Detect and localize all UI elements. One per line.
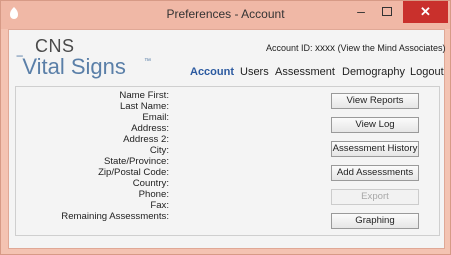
field-label-remaining-assessments: Remaining Assessments:: [61, 211, 169, 222]
field-label-email: Email:: [142, 112, 169, 123]
preferences-window: Preferences - Account – ✕ CNS ‾Vital Sig…: [0, 0, 451, 255]
view-reports-button[interactable]: View Reports: [331, 93, 419, 109]
account-id: Account ID: xxxx (View the Mind Associat…: [266, 43, 445, 54]
nav-demography[interactable]: Demography: [342, 66, 405, 82]
assessment-history-button[interactable]: Assessment History: [331, 141, 419, 157]
account-id-note: (View the Mind Associates): [337, 43, 446, 53]
field-label-city: City:: [149, 145, 169, 156]
add-assessments-button[interactable]: Add Assessments: [331, 165, 419, 181]
nav-assessment[interactable]: Assessment: [275, 66, 335, 82]
account-id-value: xxxx: [315, 43, 336, 54]
field-label-zip-postal-code: Zip/Postal Code:: [98, 167, 169, 178]
close-button[interactable]: ✕: [403, 1, 448, 23]
maximize-icon: [382, 6, 392, 16]
field-label-state-province: State/Province:: [103, 156, 169, 167]
minimize-button[interactable]: –: [347, 1, 375, 23]
field-label-country: Country:: [132, 178, 169, 189]
export-button: Export: [331, 189, 419, 205]
account-id-label: Account ID:: [266, 43, 313, 53]
nav-account[interactable]: Account: [190, 66, 234, 82]
logo-vital-signs-text: Vital Signs: [22, 54, 126, 79]
account-details-panel: Name First: Last Name: Email: Address: A…: [15, 86, 440, 236]
view-log-button[interactable]: View Log: [331, 117, 419, 133]
field-label-fax: Fax:: [150, 200, 169, 211]
nav-logout[interactable]: Logout: [410, 66, 444, 82]
client-area: CNS ‾Vital Signs ™ Account ID: xxxx (Vie…: [8, 29, 445, 249]
nav-users[interactable]: Users: [240, 66, 269, 82]
field-label-last-name: Last Name:: [119, 101, 169, 112]
field-label-address-2: Address 2:: [123, 134, 169, 145]
field-label-phone: Phone:: [138, 189, 169, 200]
field-label-name-first: Name First:: [119, 90, 169, 101]
field-label-address: Address:: [131, 123, 169, 134]
title-bar[interactable]: Preferences - Account – ✕: [1, 1, 450, 29]
logo-vital-signs: ‾Vital Signs: [17, 54, 126, 80]
logo-trademark: ™: [144, 58, 151, 65]
graphing-button[interactable]: Graphing: [331, 213, 419, 229]
maximize-button[interactable]: [373, 1, 401, 23]
